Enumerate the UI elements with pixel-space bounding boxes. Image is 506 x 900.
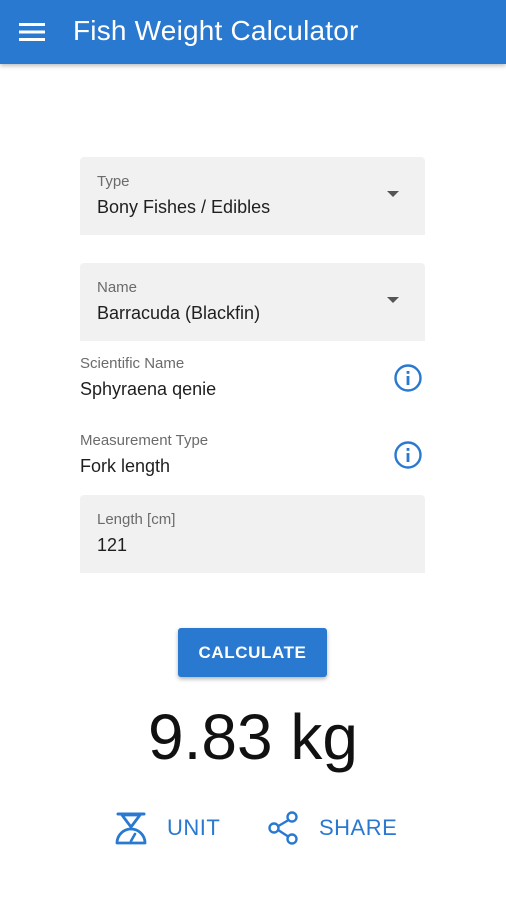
share-label: SHARE	[319, 815, 398, 840]
length-input[interactable]: Length [cm] 121	[80, 495, 425, 573]
scientific-name-row: Scientific Name Sphyraena qenie	[80, 355, 425, 405]
unit-label: UNIT	[167, 815, 221, 840]
scientific-name-info-button[interactable]	[393, 363, 423, 393]
measurement-type-value: Fork length	[80, 456, 171, 476]
result-weight: 9.83 kg	[148, 701, 358, 773]
name-dropdown[interactable]: Name Barracuda (Blackfin)	[80, 263, 425, 341]
measurement-type-info-button[interactable]	[393, 440, 423, 470]
app-bar: Fish Weight Calculator	[0, 0, 506, 64]
share-icon	[268, 811, 298, 845]
name-label: Name	[97, 279, 138, 296]
type-value: Bony Fishes / Edibles	[97, 197, 271, 217]
info-icon	[394, 364, 422, 392]
menu-button[interactable]	[14, 16, 50, 48]
dropdown-arrow-icon	[387, 297, 399, 303]
info-icon	[394, 441, 422, 469]
measurement-type-label: Measurement Type	[80, 432, 209, 449]
type-label: Type	[97, 173, 130, 190]
type-dropdown[interactable]: Type Bony Fishes / Edibles	[80, 157, 425, 235]
length-value[interactable]: 121	[97, 535, 127, 556]
name-value: Barracuda (Blackfin)	[97, 303, 261, 323]
scientific-name-value: Sphyraena qenie	[80, 379, 217, 399]
measurement-type-row: Measurement Type Fork length	[80, 432, 425, 482]
dropdown-arrow-icon	[387, 191, 399, 197]
calculate-button[interactable]: CALCULATE	[178, 628, 327, 677]
hamburger-menu-icon	[19, 23, 45, 41]
length-label: Length [cm]	[97, 511, 176, 528]
scale-icon	[115, 812, 147, 845]
app-title: Fish Weight Calculator	[73, 15, 359, 46]
scientific-name-label: Scientific Name	[80, 355, 185, 372]
unit-button[interactable]: UNIT	[113, 806, 220, 850]
share-button[interactable]: SHARE	[265, 806, 397, 850]
